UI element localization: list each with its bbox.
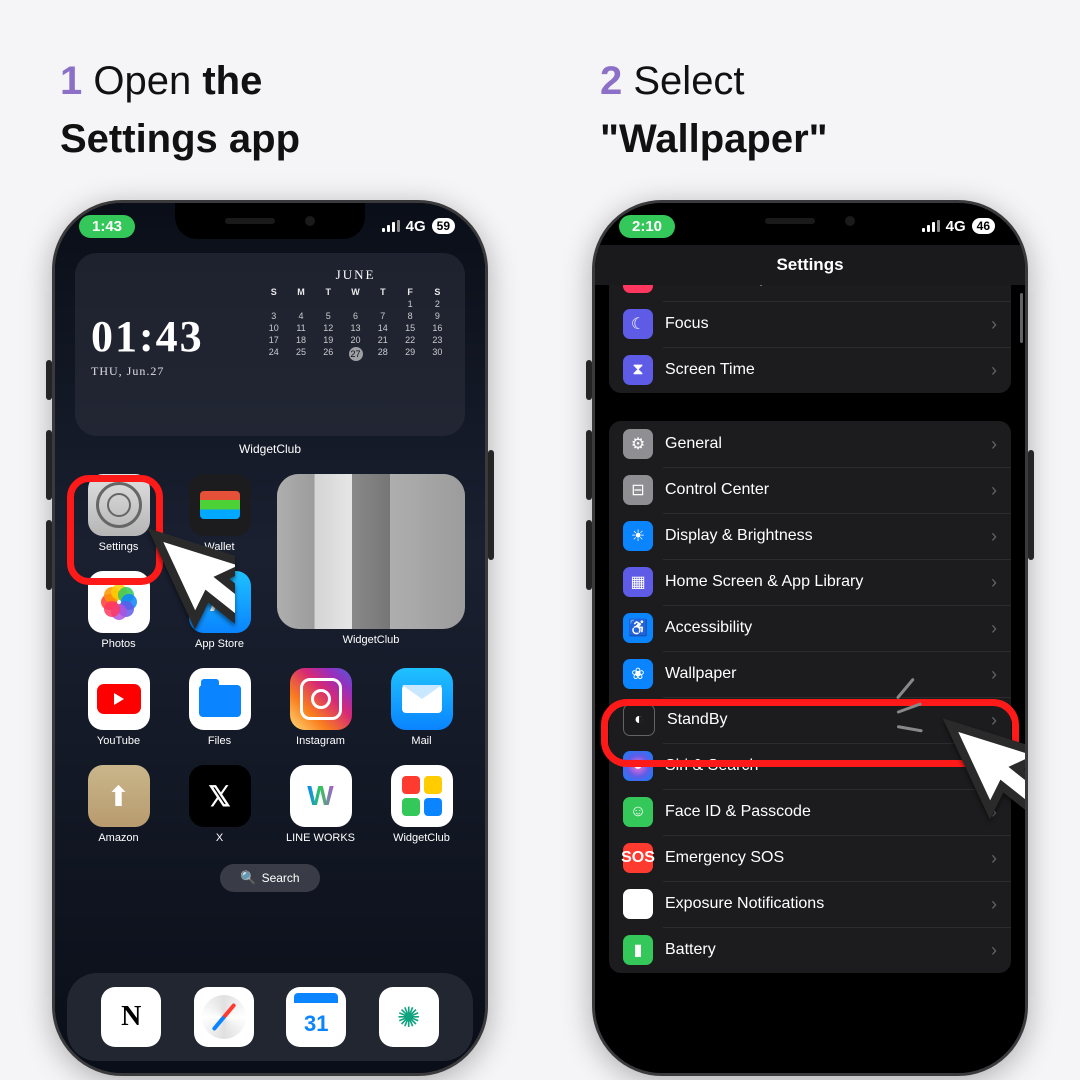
focus-icon: ☾ [623, 309, 653, 339]
settings-row-label: Focus [665, 315, 991, 333]
faceid-icon: ☺ [623, 797, 653, 827]
dock: N 31 ✺ [67, 973, 473, 1061]
status-time: 2:10 [619, 215, 675, 238]
chevron-right-icon: › [991, 285, 997, 289]
chevron-right-icon: › [991, 664, 997, 685]
chevron-right-icon: › [991, 894, 997, 915]
search-icon: 🔍 [240, 870, 256, 886]
battery-icon: 59 [432, 218, 455, 234]
chevron-right-icon: › [991, 526, 997, 547]
app-files[interactable]: Files [176, 668, 263, 747]
step2-title: 2 Select "Wallpaper" [600, 52, 1020, 168]
exposure-icon: ☀ [623, 889, 653, 919]
dock-safari[interactable] [194, 987, 254, 1047]
settings-row-screentime[interactable]: ⧗ Screen Time› [609, 347, 1011, 393]
standby-icon: ◐ [623, 704, 655, 736]
battery-icon: 46 [972, 218, 995, 234]
settings-row-exposure[interactable]: ☀ Exposure Notifications› [609, 881, 1011, 927]
app-lineworks[interactable]: WLINE WORKS [277, 765, 364, 844]
settings-row-label: Control Center [665, 481, 991, 499]
widget-date: THU, Jun.27 [91, 364, 252, 379]
settings-row-accessibility[interactable]: ♿ Accessibility› [609, 605, 1011, 651]
search-pill[interactable]: 🔍Search [220, 864, 320, 892]
settings-title: Settings [595, 245, 1025, 285]
screentime-icon: ⧗ [623, 355, 653, 385]
dock-chatgpt[interactable]: ✺ [379, 987, 439, 1047]
signal-icon [382, 220, 400, 232]
siri-icon: ● [623, 751, 653, 781]
chevron-right-icon: › [991, 618, 997, 639]
app-widgetclub[interactable]: WidgetClub [378, 765, 465, 844]
app-youtube[interactable]: YouTube [75, 668, 162, 747]
dock-calendar[interactable]: 31 [286, 987, 346, 1047]
signal-icon [922, 220, 940, 232]
widget-widgetclub[interactable]: WidgetClub [277, 474, 465, 650]
settings-row-label: Battery [665, 941, 991, 959]
cursor-icon [105, 503, 235, 633]
clock-calendar-widget[interactable]: 01:43 THU, Jun.27 JUNE SMTWTFS1234567891… [75, 253, 465, 436]
homescreen-icon: ▦ [623, 567, 653, 597]
phone2-frame: 2:10 4G 46 Settings ♪Sounds & Haptics›☾F… [592, 200, 1028, 1076]
chevron-right-icon: › [991, 572, 997, 593]
battery-icon: ▮ [623, 935, 653, 965]
cursor-icon [900, 693, 1028, 823]
settings-row-general[interactable]: ⚙ General› [609, 421, 1011, 467]
general-icon: ⚙ [623, 429, 653, 459]
settings-row-sos[interactable]: SOS Emergency SOS› [609, 835, 1011, 881]
phone1-frame: 1:43 4G 59 01:43 THU, Jun.27 JU [52, 200, 488, 1076]
control-icon: ⊟ [623, 475, 653, 505]
scrollbar[interactable] [1020, 293, 1023, 343]
settings-row-label: Emergency SOS [665, 849, 991, 867]
settings-row-label: Screen Time [665, 361, 991, 379]
settings-row-wallpaper[interactable]: ❀ Wallpaper› [609, 651, 1011, 697]
widget-time: 01:43 [91, 311, 252, 362]
settings-row-control[interactable]: ⊟ Control Center› [609, 467, 1011, 513]
sounds-icon: ♪ [623, 285, 653, 293]
network-label: 4G [946, 218, 966, 235]
settings-row-label: Exposure Notifications [665, 895, 991, 913]
settings-row-label: Sounds & Haptics [665, 285, 991, 287]
wallpaper-icon: ❀ [623, 659, 653, 689]
settings-row-label: Accessibility [665, 619, 991, 637]
network-label: 4G [406, 218, 426, 235]
widget-month: JUNE [262, 267, 449, 283]
chevron-right-icon: › [991, 314, 997, 335]
settings-row-label: General [665, 435, 991, 453]
chevron-right-icon: › [991, 848, 997, 869]
sos-icon: SOS [623, 843, 653, 873]
chevron-right-icon: › [991, 940, 997, 961]
settings-row-sounds[interactable]: ♪ Sounds & Haptics› [609, 285, 1011, 301]
app-amazon[interactable]: ⬆︎Amazon [75, 765, 162, 844]
chevron-right-icon: › [991, 434, 997, 455]
settings-row-label: Wallpaper [665, 665, 991, 683]
settings-row-homescreen[interactable]: ▦ Home Screen & App Library› [609, 559, 1011, 605]
widget-label: WidgetClub [75, 442, 465, 456]
settings-row-label: Display & Brightness [665, 527, 991, 545]
settings-row-label: Home Screen & App Library [665, 573, 991, 591]
app-mail[interactable]: Mail [378, 668, 465, 747]
settings-row-display[interactable]: ☀ Display & Brightness› [609, 513, 1011, 559]
dock-notion[interactable]: N [101, 987, 161, 1047]
app-x[interactable]: 𝕏X [176, 765, 263, 844]
chevron-right-icon: › [991, 360, 997, 381]
chevron-right-icon: › [991, 480, 997, 501]
app-instagram[interactable]: Instagram [277, 668, 364, 747]
status-time: 1:43 [79, 215, 135, 238]
step1-title: 1 Open the Settings app [60, 52, 480, 168]
settings-row-focus[interactable]: ☾ Focus› [609, 301, 1011, 347]
display-icon: ☀ [623, 521, 653, 551]
settings-row-battery[interactable]: ▮ Battery› [609, 927, 1011, 973]
accessibility-icon: ♿ [623, 613, 653, 643]
